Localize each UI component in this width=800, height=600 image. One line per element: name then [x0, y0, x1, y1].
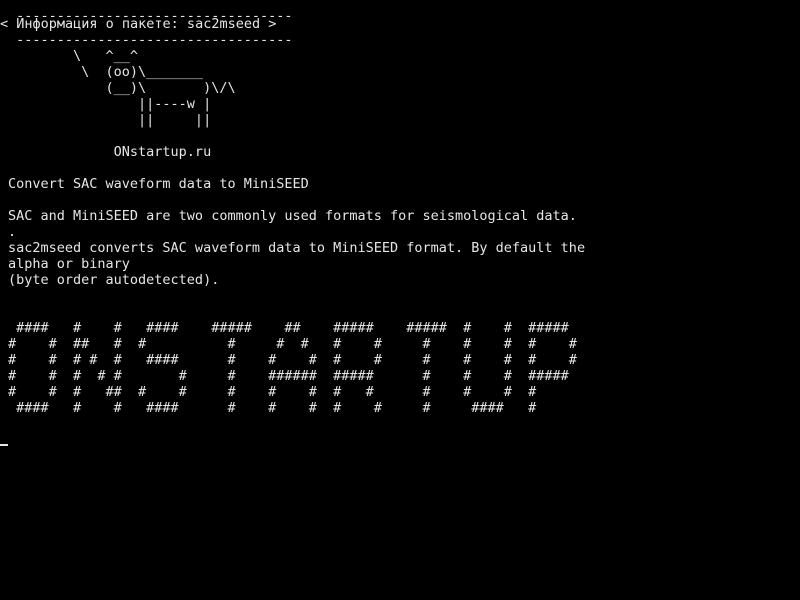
package-description-1: SAC and MiniSEED are two commonly used f… — [8, 208, 577, 224]
cow-art-line-5: || || — [8, 112, 212, 128]
ascii-banner-line-5: # # # ## # # # # # # # # # # # — [8, 384, 537, 400]
ascii-banner-line-3: # # # # # #### # # # # # # # # # # — [8, 352, 577, 368]
text-cursor[interactable] — [0, 444, 8, 446]
ascii-banner-line-4: # # # # # # # ###### ##### # # # ##### — [8, 368, 569, 384]
cow-art-line-2: \ (oo)\_______ — [8, 64, 204, 80]
terminal-screen: ---------------------------------- < Инф… — [0, 0, 800, 600]
ascii-banner-line-2: # # ## # # # # # # # # # # # # — [8, 336, 577, 352]
site-signature: ONstartup.ru — [8, 144, 212, 160]
cowsay-message: < Информация о пакете: sac2mseed > — [0, 16, 277, 32]
ascii-banner-line-6: #### # # #### # # # # # # #### # — [8, 400, 537, 416]
ascii-banner-line-1: #### # # #### ##### ## ##### ##### # # #… — [8, 320, 569, 336]
cow-art-line-1: \ ^__^ — [8, 48, 139, 64]
cow-art-line-3: (__)\ )\/\ — [8, 80, 236, 96]
package-description-2: . — [8, 224, 17, 240]
package-description-4: alpha or binary — [8, 256, 130, 272]
package-description-5: (byte order autodetected). — [8, 272, 220, 288]
cow-art-line-4: ||----w | — [8, 96, 212, 112]
package-summary: Convert SAC waveform data to MiniSEED — [8, 176, 309, 192]
package-description-3: sac2mseed converts SAC waveform data to … — [8, 240, 586, 256]
cowsay-border-bottom: ---------------------------------- — [8, 32, 293, 48]
